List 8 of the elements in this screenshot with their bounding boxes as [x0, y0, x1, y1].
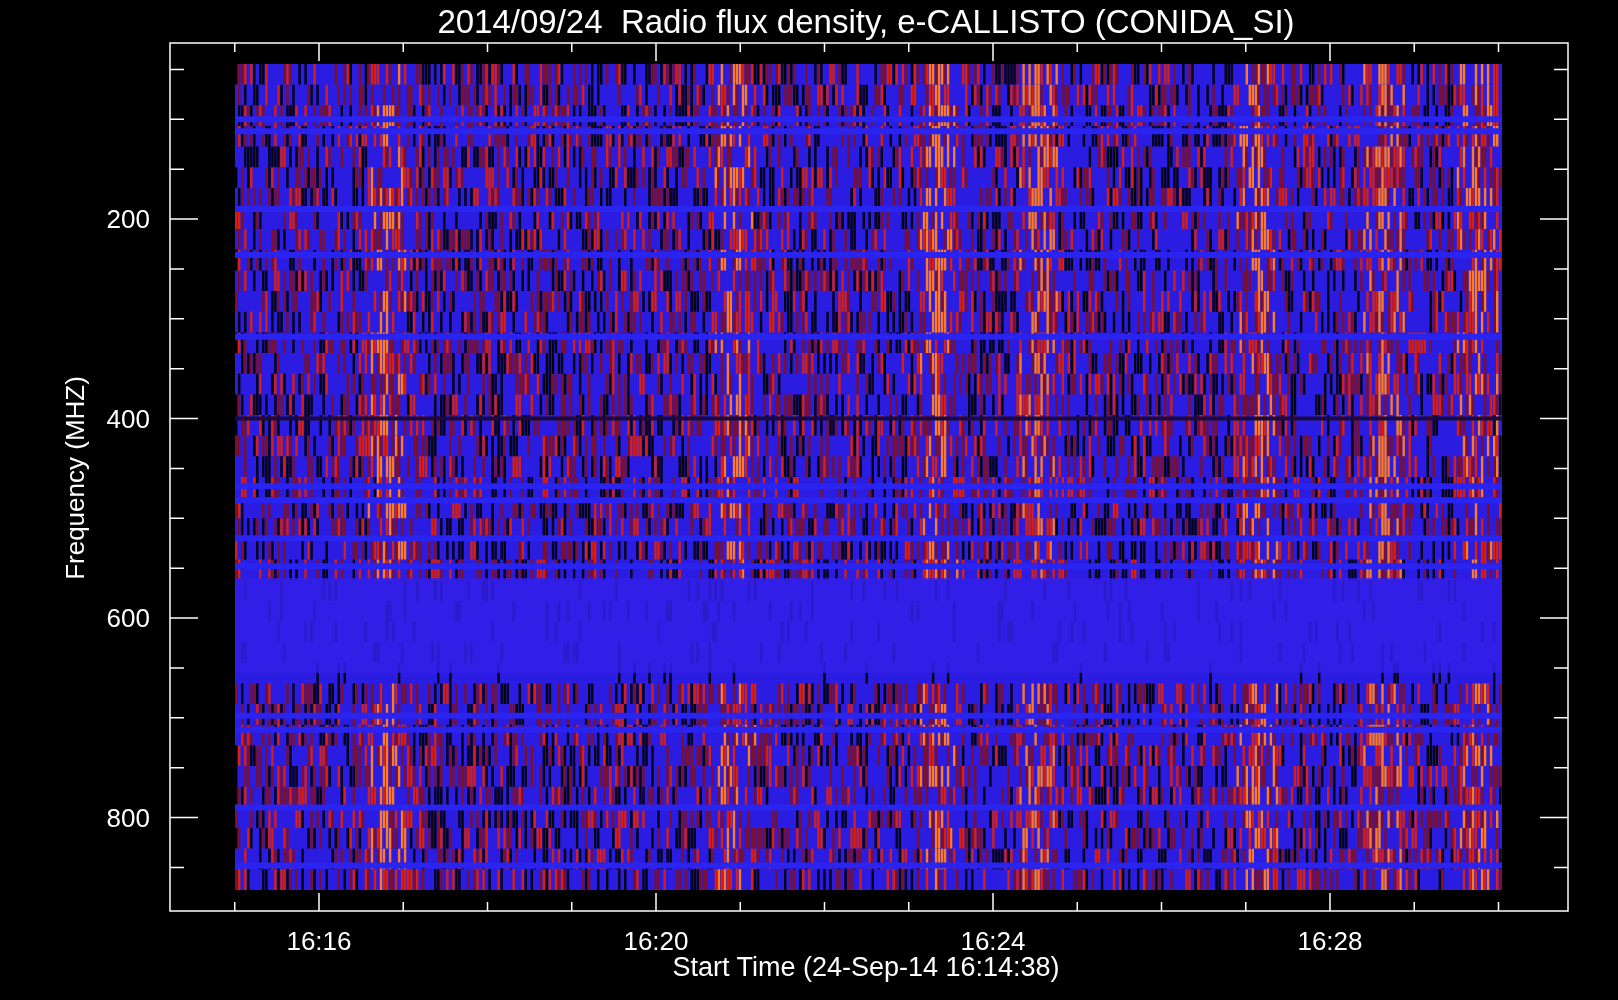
tick-label: 200 [106, 204, 150, 234]
tick-label: 16:16 [286, 926, 352, 956]
axis-label: Frequency (MHZ) [60, 376, 90, 580]
chart-title: 2014/09/24 Radio flux density, e-CALLISTO (CONIDA_SI) [437, 3, 1295, 40]
tick-label: 600 [106, 603, 150, 633]
tick-label: 16:28 [1297, 926, 1363, 956]
tick-label: 800 [106, 802, 150, 833]
tick-label: 400 [106, 403, 150, 434]
